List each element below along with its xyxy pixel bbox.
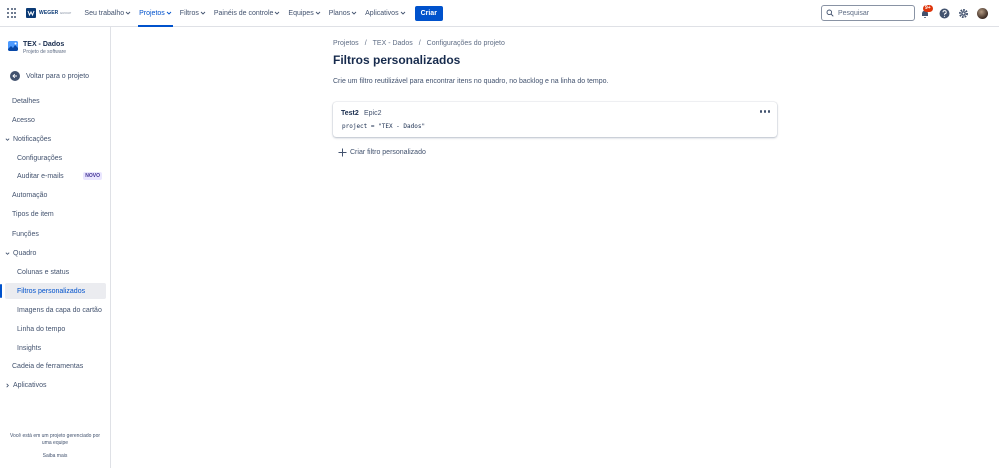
back-to-project-link[interactable]: Voltar para o projeto [10,71,89,81]
sidebar-item-aplicativos[interactable]: Aplicativos [0,377,110,393]
avatar [976,8,988,19]
filter-card[interactable]: Test2 Epic2 project = "TEX - Dados" [333,102,777,137]
app-switcher-icon[interactable] [7,8,17,18]
more-options-icon[interactable] [759,110,770,113]
learn-more-link[interactable]: Saiba mais [0,453,110,460]
nav-equipes[interactable]: Equipes [284,0,324,27]
page-title: Filtros personalizados [333,53,461,67]
chevron-down-icon [400,11,405,15]
nav-paineis[interactable]: Painéis de controle [210,0,285,27]
create-filter-button[interactable]: Criar filtro personalizado [338,148,426,157]
sidebar-item-acesso[interactable]: Acesso [0,112,110,128]
sidebar-item-quadro[interactable]: Quadro [0,245,110,261]
sidebar-item-filtros-personalizados[interactable]: Filtros personalizados [0,283,106,299]
search-input[interactable]: Pesquisar [821,5,915,21]
project-name: TEX - Dados [23,41,65,48]
arrow-left-icon [10,71,20,81]
sidebar-item-colunas-e-status[interactable]: Colunas e status [0,264,110,280]
search-placeholder: Pesquisar [838,9,870,17]
sidebar-item-configuracoes[interactable]: Configurações [0,150,110,166]
sidebar-item-automacao[interactable]: Automação [0,187,110,203]
breadcrumb-projetos[interactable]: Projetos [333,40,359,47]
sidebar-item-auditar-emails[interactable]: Auditar e-mails NOVO [0,168,110,184]
plus-icon [338,148,347,157]
project-sidebar: TEX - Dados Projeto de software Voltar p… [0,27,111,468]
top-navigation-bar: WEGER GROUP Seu trabalho Projetos Filtro… [0,0,999,27]
sidebar-item-imagens-capa[interactable]: Imagens da capa do cartão [0,302,110,318]
gear-icon [958,8,968,19]
project-type: Projeto de software [23,49,67,55]
nav-seu-trabalho[interactable]: Seu trabalho [80,0,135,27]
new-badge: NOVO [83,172,102,180]
nav-planos[interactable]: Planos [325,0,361,27]
breadcrumb-separator: / [418,40,421,47]
chevron-down-icon [166,11,172,15]
chevron-down-icon [125,11,131,15]
chevron-down-icon [200,11,206,15]
nav-projetos[interactable]: Projetos [135,0,176,27]
logo-mark-icon [26,8,36,18]
sidebar-item-linha-do-tempo[interactable]: Linha do tempo [0,321,110,337]
nav-filtros[interactable]: Filtros [176,0,210,27]
chevron-down-icon [315,11,321,15]
breadcrumb-separator: / [364,40,367,47]
sidebar-item-cadeia-ferramentas[interactable]: Cadeia de ferramentas [0,358,110,374]
breadcrumb: Projetos / TEX - Dados / Configurações d… [333,40,505,47]
settings-button[interactable] [956,7,970,21]
search-icon [826,9,834,17]
sidebar-item-notificacoes[interactable]: Notificações [0,131,110,147]
project-header: TEX - Dados Projeto de software [8,41,66,55]
sidebar-item-detalhes[interactable]: Detalhes [0,93,110,109]
filter-tag: Epic2 [364,110,382,117]
page-description: Crie um filtro reutilizável para encontr… [333,78,609,85]
sidebar-item-funcoes[interactable]: Funções [0,226,110,242]
help-button[interactable] [937,7,951,21]
chevron-right-icon [6,383,9,387]
nav-aplicativos[interactable]: Aplicativos [361,0,409,27]
create-button[interactable]: Criar [414,5,443,21]
filter-name: Test2 [341,110,359,117]
help-icon [939,8,949,19]
chevron-down-icon [275,11,280,15]
notifications-button[interactable]: 9+ [918,4,933,21]
sidebar-item-insights[interactable]: Insights [0,340,110,356]
notifications-badge: 9+ [923,4,933,12]
project-avatar-icon [8,41,18,51]
main-nav: Seu trabalho Projetos Filtros Painéis de… [80,0,443,27]
logo-text: WEGER GROUP [39,10,72,16]
chevron-down-icon [351,11,357,15]
filter-query: project = "TEX - Dados" [342,123,426,130]
sidebar-item-tipos-de-item[interactable]: Tipos de item [0,206,110,222]
site-logo[interactable]: WEGER GROUP [26,6,71,20]
chevron-down-icon [5,251,10,255]
profile-button[interactable] [975,7,989,21]
team-managed-note: Você está em um projeto gerenciado por u… [9,433,101,446]
chevron-down-icon [5,137,10,141]
breadcrumb-settings[interactable]: Configurações do projeto [427,40,505,47]
top-right-icons: 9+ [918,0,989,27]
breadcrumb-project[interactable]: TEX - Dados [373,40,413,47]
